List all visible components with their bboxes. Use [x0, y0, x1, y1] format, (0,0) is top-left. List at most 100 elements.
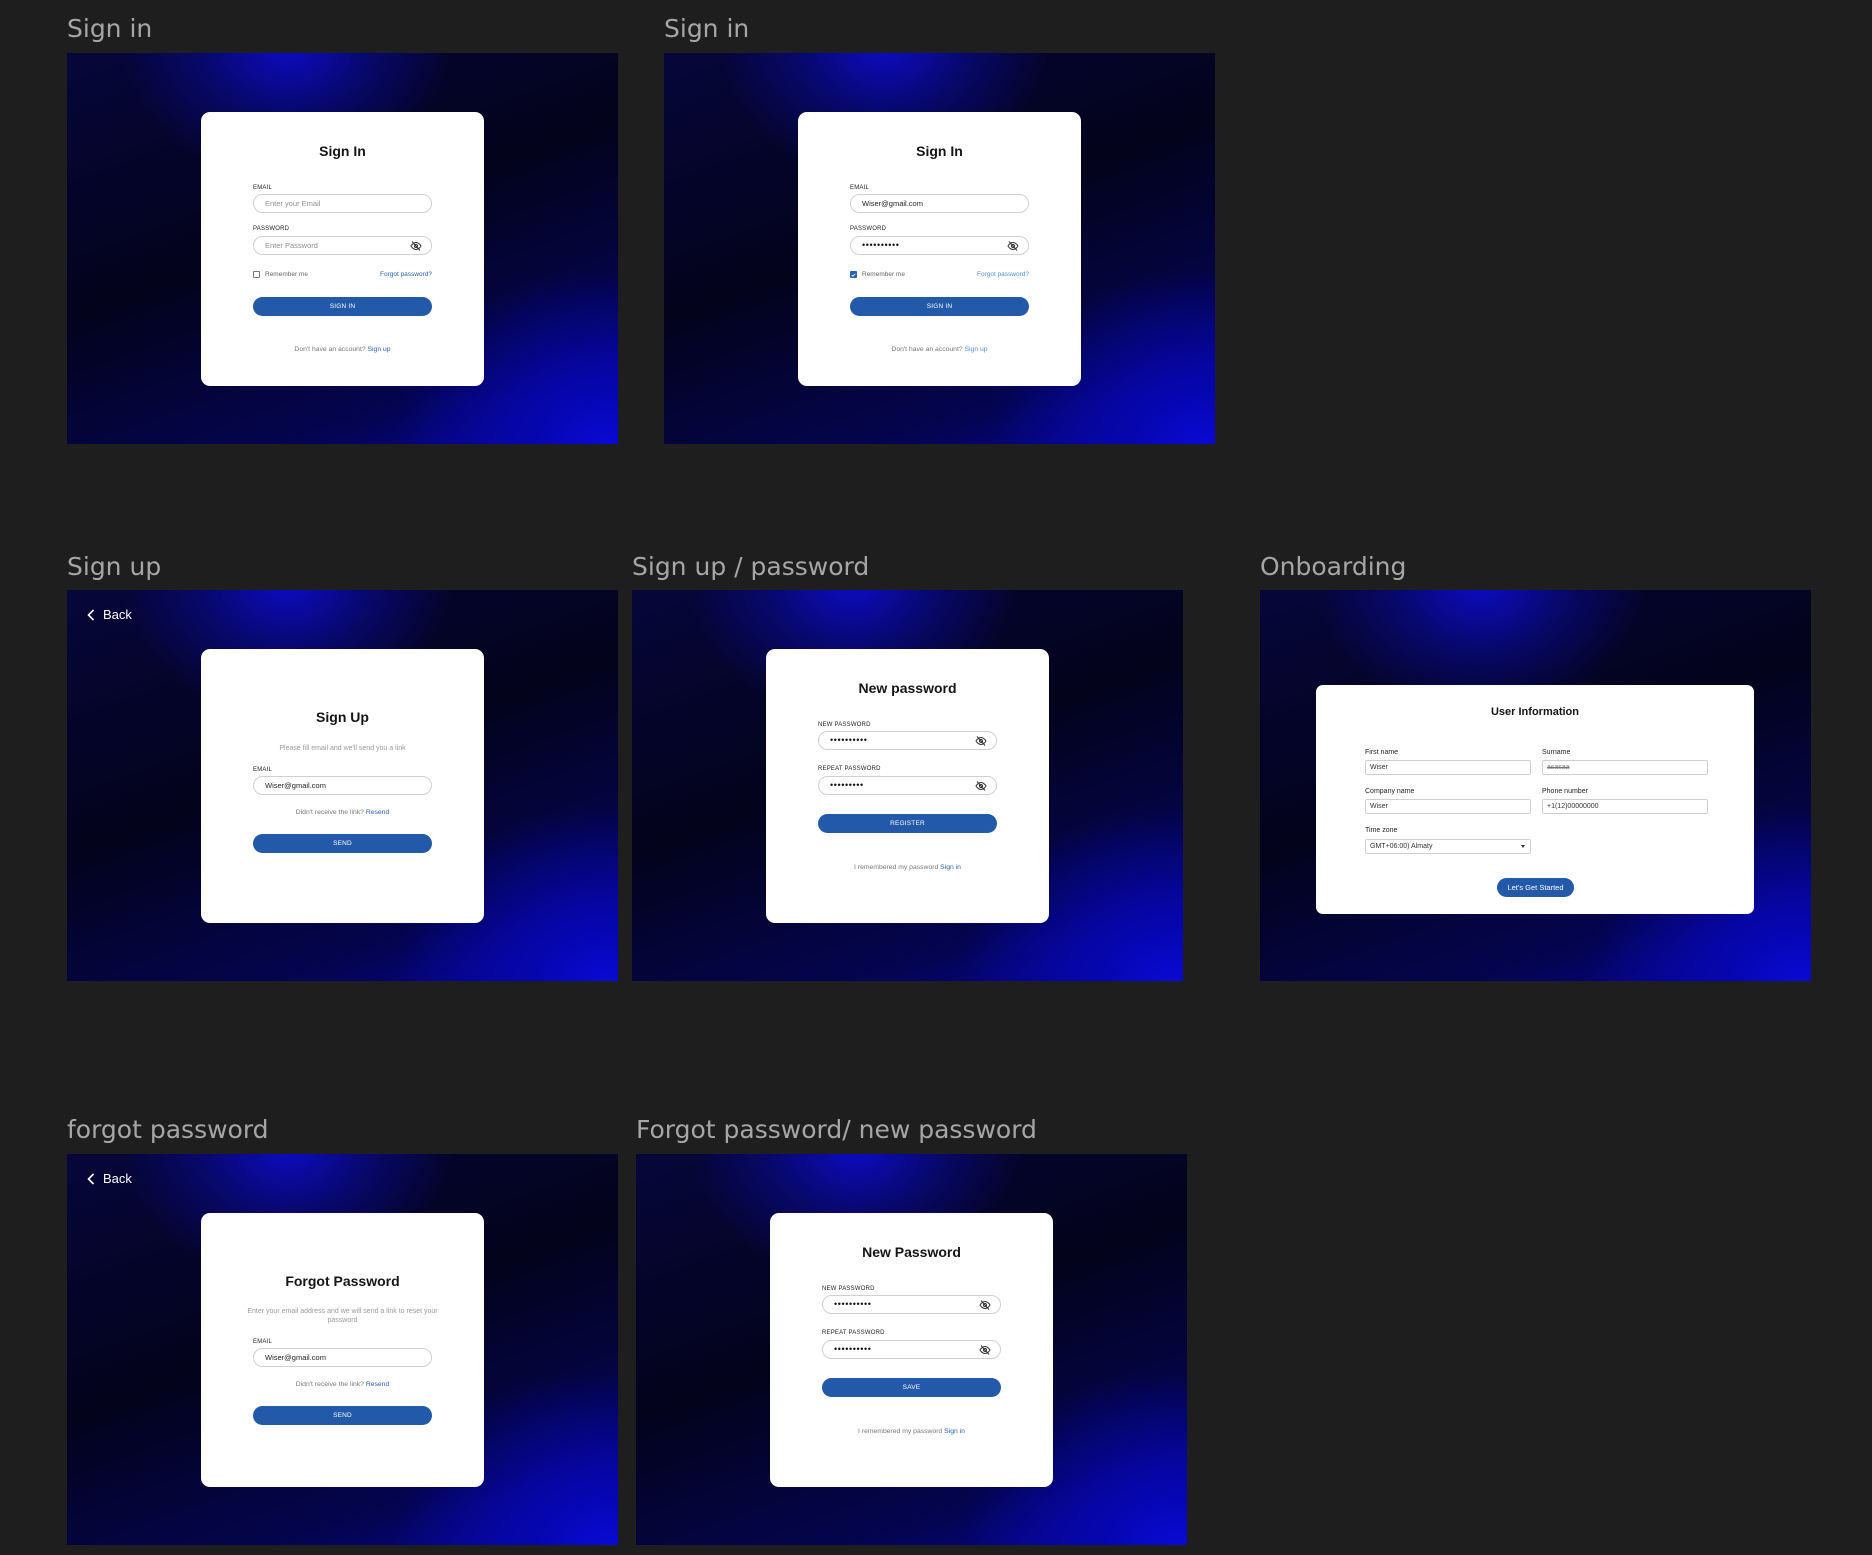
password-dots: ••••••••••: [862, 240, 900, 250]
frame-label-forgot-new: Forgot password/ new password: [636, 1115, 1037, 1144]
eye-off-icon[interactable]: [975, 735, 987, 747]
frame-signin-filled: Sign In EMAIL Wiser@gmail.com PASSWORD •…: [664, 53, 1215, 444]
caret-down-icon: [1521, 845, 1525, 848]
eye-off-icon[interactable]: [975, 780, 987, 792]
user-information-card: User Information First name Wiser Surnam…: [1316, 685, 1754, 914]
signup-prompt-text: Don't have an account?: [891, 346, 963, 353]
card-title: User Information: [1490, 706, 1579, 718]
sign-in-button[interactable]: SIGN IN: [253, 297, 432, 316]
get-started-button[interactable]: Let's Get Started: [1497, 878, 1574, 897]
frame-label-signin-filled: Sign in: [664, 14, 750, 43]
frame-signup-password: New password NEW PASSWORD •••••••••• REP…: [632, 590, 1183, 981]
email-label: EMAIL: [253, 185, 273, 191]
signin-card: Sign In EMAIL Wiser@gmail.com PASSWORD •…: [798, 112, 1081, 386]
back-button[interactable]: Back: [87, 1171, 132, 1186]
new-password-input[interactable]: ••••••••••: [818, 731, 997, 750]
frame-label-signin-empty: Sign in: [67, 14, 153, 43]
remember-label: Remember me: [862, 271, 905, 278]
repeat-password-dots: •••••••••: [830, 780, 864, 790]
email-label: EMAIL: [253, 767, 273, 773]
checkmark-icon: [851, 272, 856, 277]
password-placeholder: Enter Password: [265, 241, 318, 250]
send-button[interactable]: SEND: [253, 834, 432, 853]
back-label: Back: [103, 607, 132, 622]
back-label: Back: [103, 1171, 132, 1186]
signin-card: Sign In EMAIL Enter your Email PASSWORD …: [201, 112, 484, 386]
frame-signup: Back Sign Up Please fill email and we'll…: [67, 590, 618, 981]
frame-label-onboarding: Onboarding: [1260, 552, 1407, 581]
back-button[interactable]: Back: [87, 607, 132, 622]
surname-value: asasaa: [1547, 764, 1570, 771]
send-button[interactable]: SEND: [253, 1406, 432, 1425]
repeat-password-input[interactable]: ••••••••••: [822, 1340, 1001, 1359]
email-input[interactable]: Enter your Email: [253, 194, 432, 213]
company-name-input[interactable]: Wiser: [1365, 799, 1531, 814]
email-input[interactable]: Wiser@gmail.com: [850, 194, 1029, 213]
resend-link[interactable]: Resend: [366, 1381, 389, 1388]
email-input[interactable]: Wiser@gmail.com: [253, 1348, 432, 1367]
signin-prompt-text: I remembered my password: [854, 864, 939, 871]
sign-in-link[interactable]: Sign in: [940, 864, 961, 871]
first-name-input[interactable]: Wiser: [1365, 760, 1531, 775]
remember-label: Remember me: [265, 271, 308, 278]
frame-onboarding: User Information First name Wiser Surnam…: [1260, 590, 1811, 981]
remember-checkbox[interactable]: [850, 271, 857, 278]
signin-prompt: I remembered my password Sign in: [766, 864, 1049, 871]
resend-prompt-text: Didn't receive the link?: [295, 1381, 364, 1388]
card-title: Sign In: [916, 143, 963, 159]
forgot-password-link[interactable]: Forgot password?: [380, 271, 432, 278]
password-input[interactable]: Enter Password: [253, 236, 432, 255]
time-zone-select[interactable]: GMT+06:00) Almaty: [1365, 839, 1531, 854]
surname-label: Surname: [1542, 749, 1571, 756]
sign-up-link[interactable]: Sign up: [368, 346, 391, 353]
company-name-label: Company name: [1365, 788, 1415, 795]
eye-off-icon[interactable]: [1007, 240, 1019, 252]
frame-forgot-new-password: New Password NEW PASSWORD •••••••••• REP…: [636, 1154, 1187, 1545]
card-title: Sign In: [319, 143, 366, 159]
phone-number-input[interactable]: +1(12)00000000: [1542, 799, 1708, 814]
phone-number-label: Phone number: [1542, 788, 1588, 795]
password-label: PASSWORD: [253, 226, 290, 232]
forgot-password-card: Forgot Password Enter your email address…: [201, 1213, 484, 1487]
frame-label-forgot: forgot password: [67, 1115, 269, 1144]
eye-off-icon[interactable]: [410, 240, 422, 252]
eye-off-icon[interactable]: [979, 1299, 991, 1311]
forgot-password-link[interactable]: Forgot password?: [977, 271, 1029, 278]
card-title: Sign Up: [316, 709, 369, 725]
repeat-password-label: REPEAT PASSWORD: [822, 1330, 885, 1336]
sign-in-link[interactable]: Sign in: [944, 1428, 965, 1435]
card-title: New password: [858, 680, 957, 696]
chevron-left-icon: [87, 608, 95, 621]
frame-forgot-password: Back Forgot Password Enter your email ad…: [67, 1154, 618, 1545]
resend-link[interactable]: Resend: [366, 809, 389, 816]
signin-prompt-text: I remembered my password: [858, 1428, 943, 1435]
signup-prompt: Don't have an account? Sign up: [201, 346, 484, 353]
surname-input[interactable]: asasaa: [1542, 760, 1708, 775]
sign-in-button[interactable]: SIGN IN: [850, 297, 1029, 316]
repeat-password-input[interactable]: •••••••••: [818, 776, 997, 795]
password-input[interactable]: ••••••••••: [850, 236, 1029, 255]
email-input[interactable]: Wiser@gmail.com: [253, 776, 432, 795]
new-password-label: NEW PASSWORD: [818, 722, 871, 728]
first-name-label: First name: [1365, 749, 1399, 756]
new-password-dots: ••••••••••: [830, 735, 868, 745]
resend-prompt: Didn't receive the link? Resend: [201, 1381, 484, 1388]
card-title: Forgot Password: [285, 1273, 400, 1289]
eye-off-icon[interactable]: [979, 1344, 991, 1356]
remember-me[interactable]: Remember me: [253, 271, 308, 278]
new-password-input[interactable]: ••••••••••: [822, 1295, 1001, 1314]
save-button[interactable]: SAVE: [822, 1378, 1001, 1397]
resend-prompt: Didn't receive the link? Resend: [201, 809, 484, 816]
register-button[interactable]: REGISTER: [818, 814, 997, 833]
signup-card: Sign Up Please fill email and we'll send…: [201, 649, 484, 923]
frame-label-signup-password: Sign up / password: [632, 552, 870, 581]
remember-me[interactable]: Remember me: [850, 271, 905, 278]
password-label: PASSWORD: [850, 226, 887, 232]
signup-prompt-text: Don't have an account?: [294, 346, 366, 353]
signin-prompt: I remembered my password Sign in: [770, 1428, 1053, 1435]
new-password-dots: ••••••••••: [834, 1299, 872, 1309]
new-password-card: New password NEW PASSWORD •••••••••• REP…: [766, 649, 1049, 923]
new-password-card: New Password NEW PASSWORD •••••••••• REP…: [770, 1213, 1053, 1487]
remember-checkbox[interactable]: [253, 271, 260, 278]
sign-up-link[interactable]: Sign up: [965, 346, 988, 353]
